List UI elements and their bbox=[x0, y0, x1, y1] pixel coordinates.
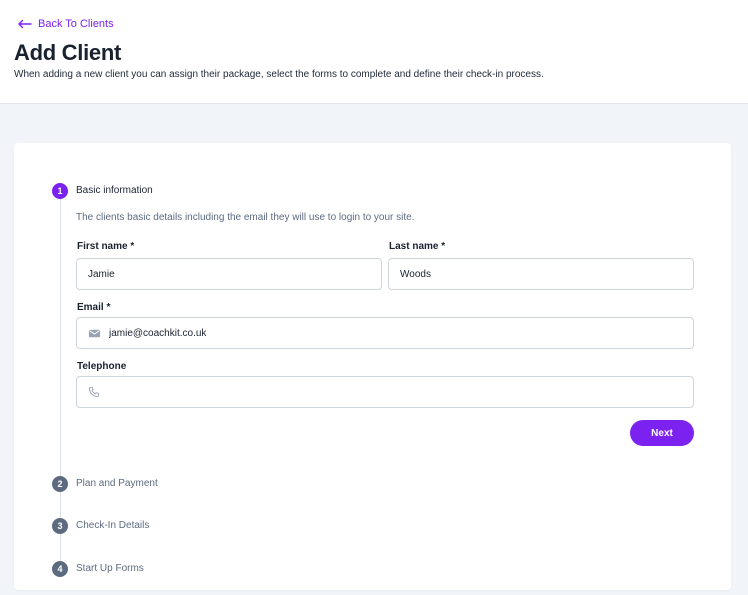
step-1-badge: 1 bbox=[52, 183, 68, 199]
arrow-left-icon bbox=[18, 19, 32, 29]
back-to-clients-label: Back To Clients bbox=[38, 18, 114, 30]
page-header: Back To Clients Add Client When adding a… bbox=[0, 0, 748, 104]
last-name-input[interactable] bbox=[389, 259, 693, 289]
last-name-field[interactable] bbox=[388, 258, 694, 290]
next-button[interactable]: Next bbox=[630, 420, 694, 446]
step-4-badge: 4 bbox=[52, 561, 68, 577]
step-3-title[interactable]: Check-In Details bbox=[76, 520, 149, 531]
phone-icon bbox=[87, 385, 101, 399]
telephone-input[interactable] bbox=[101, 377, 693, 407]
first-name-label: First name * bbox=[77, 241, 135, 252]
envelope-icon bbox=[87, 326, 101, 340]
step-rail bbox=[60, 534, 61, 561]
page-description: When adding a new client you can assign … bbox=[14, 69, 544, 80]
page-title: Add Client bbox=[14, 40, 121, 65]
back-to-clients-link[interactable]: Back To Clients bbox=[17, 18, 114, 30]
email-input[interactable] bbox=[101, 318, 693, 348]
basic-info-description: The clients basic details including the … bbox=[76, 212, 415, 223]
step-3-badge: 3 bbox=[52, 518, 68, 534]
telephone-field[interactable] bbox=[76, 376, 694, 408]
step-rail bbox=[60, 199, 61, 476]
email-label: Email * bbox=[77, 302, 111, 313]
telephone-label: Telephone bbox=[77, 361, 127, 372]
add-client-form-card: 1 Basic information The clients basic de… bbox=[14, 143, 731, 590]
step-2-badge: 2 bbox=[52, 476, 68, 492]
last-name-label: Last name * bbox=[389, 241, 446, 252]
email-field[interactable] bbox=[76, 317, 694, 349]
step-1-title[interactable]: Basic information bbox=[76, 185, 153, 196]
first-name-input[interactable] bbox=[77, 259, 381, 289]
step-2-title[interactable]: Plan and Payment bbox=[76, 478, 158, 489]
first-name-field[interactable] bbox=[76, 258, 382, 290]
step-rail bbox=[60, 492, 61, 518]
step-4-title[interactable]: Start Up Forms bbox=[76, 563, 144, 574]
